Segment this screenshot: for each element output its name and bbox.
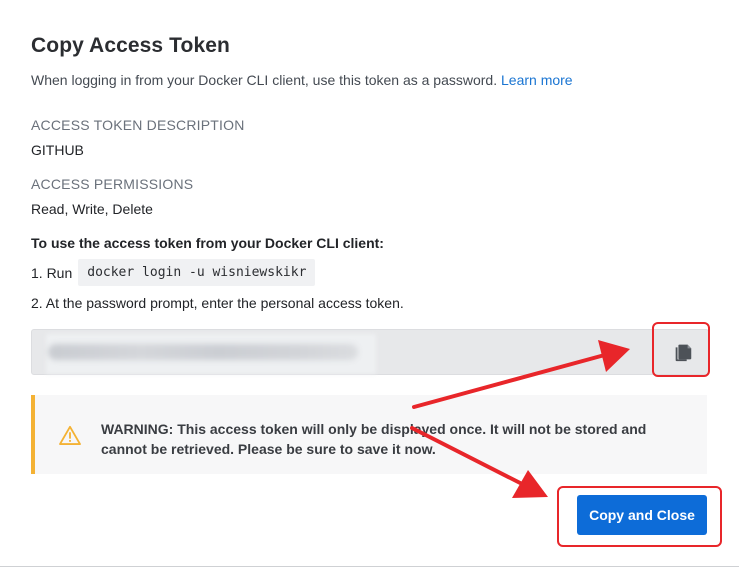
warning-text: WARNING: This access token will only be … (101, 421, 647, 457)
copy-button-annotation (652, 322, 710, 377)
copy-access-token-dialog: Copy Access Token When logging in from y… (0, 0, 739, 569)
subtitle-text: When logging in from your Docker CLI cli… (31, 72, 498, 88)
instruction-step-2: 2. At the password prompt, enter the per… (31, 295, 404, 311)
access-token-field[interactable] (31, 329, 709, 375)
instruction-step-1: 1. Run docker login -u wisniewskikr (31, 259, 316, 286)
token-value-blurred (48, 344, 358, 360)
dialog-subtitle: When logging in from your Docker CLI cli… (31, 72, 573, 88)
dialog-bottom-edge (0, 566, 739, 567)
permissions-value: Read, Write, Delete (31, 201, 153, 217)
copy-close-annotation (557, 486, 722, 547)
learn-more-link[interactable]: Learn more (501, 72, 573, 88)
warning-icon (59, 425, 81, 445)
docker-login-command[interactable]: docker login -u wisniewskikr (78, 259, 316, 286)
step-1-prefix: 1. Run (31, 264, 73, 281)
instructions-title: To use the access token from your Docker… (31, 235, 384, 251)
permissions-label: ACCESS PERMISSIONS (31, 176, 194, 192)
warning-banner: WARNING: This access token will only be … (31, 395, 707, 474)
description-label: ACCESS TOKEN DESCRIPTION (31, 117, 245, 133)
description-value: GITHUB (31, 142, 84, 158)
dialog-title: Copy Access Token (31, 34, 230, 57)
